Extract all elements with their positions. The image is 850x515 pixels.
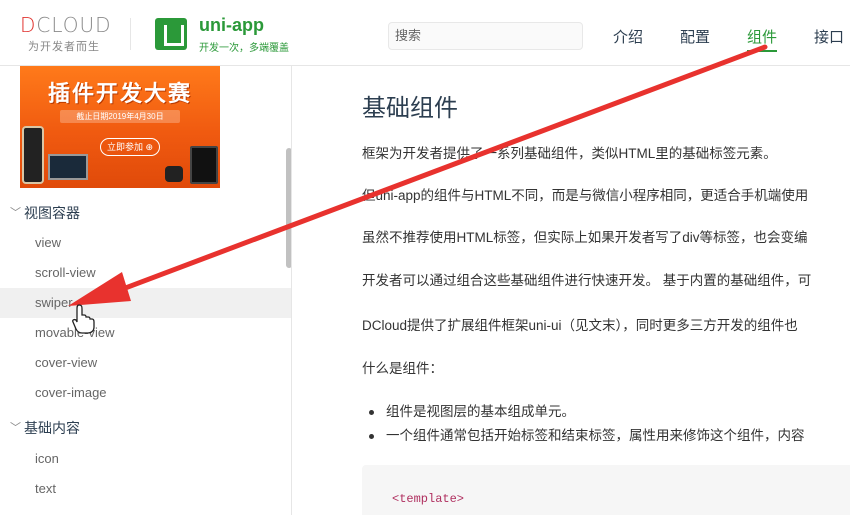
bullet-dot-icon bbox=[369, 433, 374, 439]
nav-components[interactable]: 组件 bbox=[747, 26, 778, 52]
bullet-dot-icon bbox=[369, 409, 374, 415]
sidebar-item-movable-view[interactable]: movable-view bbox=[0, 318, 291, 348]
search-input[interactable]: 搜索 bbox=[388, 22, 583, 50]
sidebar-item-icon[interactable]: icon bbox=[0, 444, 291, 474]
banner-date: 截止日期2019年4月30日 bbox=[60, 110, 180, 123]
chevron-down-icon: ﹀ bbox=[10, 422, 21, 434]
sidebar-item-cover-view[interactable]: cover-view bbox=[0, 348, 291, 378]
watch-graphic bbox=[165, 166, 183, 182]
tablet-graphic bbox=[190, 146, 218, 184]
sidebar: 插件开发大赛 截止日期2019年4月30日 立即参加 ⊕ ﹀ 视图容器 view… bbox=[0, 66, 292, 515]
code-block: <template> bbox=[362, 465, 850, 515]
list-item: 组件是视图层的基本组成单元。 bbox=[369, 400, 575, 420]
dcloud-logo-d: D bbox=[20, 13, 37, 37]
dcloud-slogan: 为开发者而生 bbox=[28, 41, 100, 53]
top-header: DCLOUD 为开发者而生 uni-app 开发一次，多端覆盖 搜索 介绍 配置… bbox=[0, 0, 850, 66]
sidebar-group-label: 基础内容 bbox=[24, 420, 80, 436]
sidebar-item-text[interactable]: text bbox=[0, 474, 291, 504]
nav-api[interactable]: 接口 bbox=[814, 26, 844, 47]
sidebar-item-cover-image[interactable]: cover-image bbox=[0, 378, 291, 408]
banner-title: 插件开发大赛 bbox=[47, 81, 192, 106]
sidebar-item-scroll-view[interactable]: scroll-view bbox=[0, 258, 291, 288]
nav-config[interactable]: 配置 bbox=[680, 26, 710, 47]
dcloud-logo[interactable]: DCLOUD 为开发者而生 bbox=[20, 14, 120, 54]
phone-graphic bbox=[22, 126, 44, 184]
code-line: <template> bbox=[392, 492, 465, 506]
sidebar-item-swiper[interactable]: swiper bbox=[0, 288, 291, 318]
sidebar-group-basic-content[interactable]: ﹀ 基础内容 bbox=[0, 413, 291, 443]
page-title: 基础组件 bbox=[362, 95, 458, 122]
sidebar-item-view[interactable]: view bbox=[0, 228, 291, 258]
paragraph: 开发者可以通过组合这些基础组件进行快速开发。 基于内置的基础组件，可 bbox=[362, 273, 812, 288]
nav-intro[interactable]: 介绍 bbox=[613, 26, 643, 47]
uni-app-logo-icon[interactable] bbox=[155, 18, 187, 50]
header-divider bbox=[130, 18, 131, 50]
sidebar-group-label: 视图容器 bbox=[24, 205, 80, 221]
product-title[interactable]: uni-app bbox=[199, 15, 264, 36]
chevron-down-icon: ﹀ bbox=[10, 207, 21, 219]
dcloud-logo-rest: CLOUD bbox=[36, 13, 112, 37]
paragraph: 但uni-app的组件与HTML不同，而是与微信小程序相同，更适合手机端使用 bbox=[362, 188, 809, 203]
sidebar-group-view-containers[interactable]: ﹀ 视图容器 bbox=[0, 198, 291, 228]
paragraph: 什么是组件： bbox=[362, 361, 443, 376]
paragraph: 虽然不推荐使用HTML标签，但实际上如果开发者写了div等标签，也会变编 bbox=[362, 230, 808, 245]
product-subtitle: 开发一次，多端覆盖 bbox=[199, 43, 289, 54]
banner-join-button[interactable]: 立即参加 ⊕ bbox=[100, 138, 160, 156]
sidebar-scrollbar[interactable] bbox=[286, 148, 291, 268]
paragraph: DCloud提供了扩展组件框架uni-ui（见文末），同时更多三方开发的组件也 bbox=[362, 318, 798, 333]
list-item: 一个组件通常包括开始标签和结束标签，属性用来修饰这个组件，内容 bbox=[369, 424, 805, 444]
contest-banner[interactable]: 插件开发大赛 截止日期2019年4月30日 立即参加 ⊕ bbox=[20, 66, 220, 188]
paragraph: 框架为开发者提供了一系列基础组件，类似HTML里的基础标签元素。 bbox=[362, 146, 777, 161]
main-content: 基础组件 框架为开发者提供了一系列基础组件，类似HTML里的基础标签元素。 但u… bbox=[293, 66, 850, 515]
laptop-graphic bbox=[48, 154, 88, 180]
